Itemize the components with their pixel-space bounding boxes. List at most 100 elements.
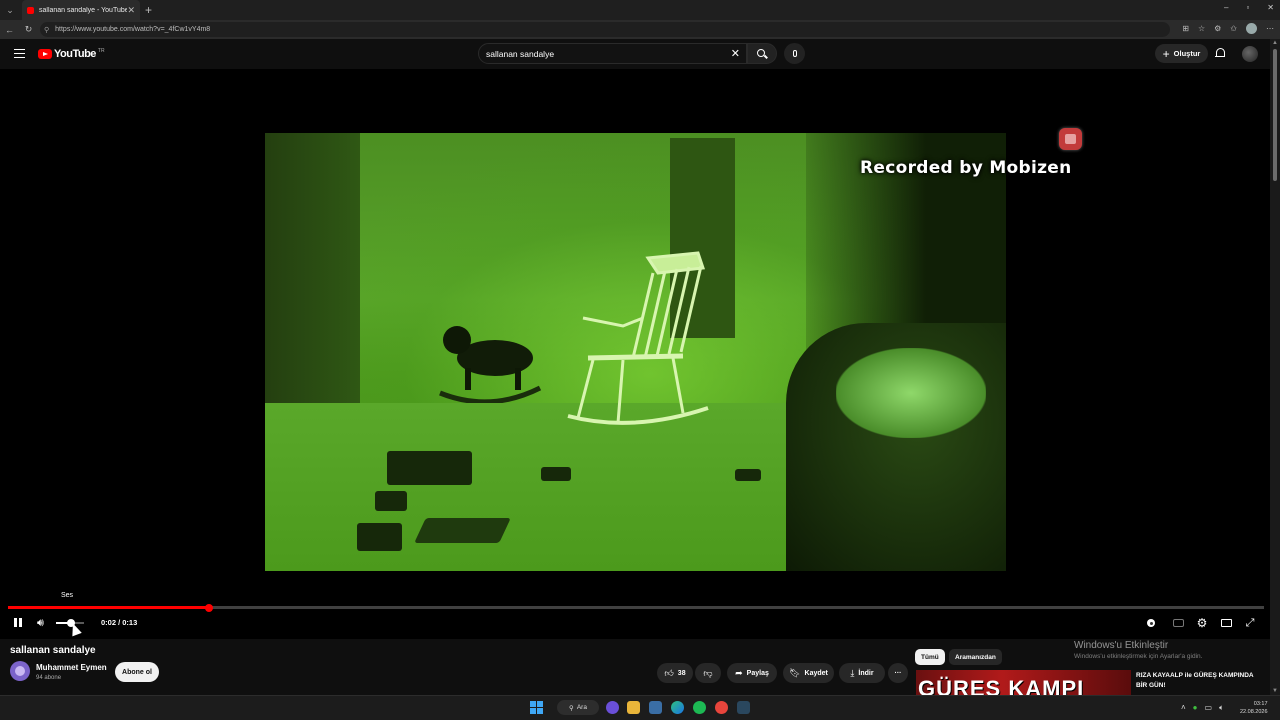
bookmark-icon: 🔖︎ [789,667,801,678]
share-button[interactable]: ➦ Paylaş [727,663,777,683]
scene-blanket [836,348,986,438]
youtube-header: YouTube TR sallanan sandalye ✕ + Oluştur [0,39,1270,69]
rocking-chair [567,251,709,425]
subscribe-button[interactable]: Abone ol [115,662,159,682]
browser-menu-icon[interactable]: ⋯ [1266,24,1274,33]
thumbs-down-icon: 👎︎ [703,667,713,678]
clock-time: 03:17 [1253,701,1268,707]
account-avatar[interactable] [1242,46,1258,62]
dislike-button[interactable]: 👎︎ [695,663,721,683]
notifications-bell-icon[interactable] [1215,48,1225,58]
toy-block [735,469,761,481]
new-tab-button[interactable]: + [145,3,152,17]
search-button[interactable] [747,43,777,64]
autoplay-toggle[interactable] [1144,616,1158,630]
volume-speaker-icon[interactable]: 🔊︎ [37,617,51,629]
favorites-icon[interactable]: ✩ [1230,24,1237,33]
app-install-icon[interactable]: ⊞ [1182,24,1189,33]
tray-mic-icon[interactable]: ● [1193,703,1198,713]
recommended-thumbnail[interactable]: GÜREŞ KAMPI [916,670,1131,695]
minimize-button[interactable]: – [1224,3,1228,12]
window-controls: – ▫ ✕ [1224,3,1274,12]
tab-close-icon[interactable]: ✕ [127,5,135,16]
subtitles-icon [1172,619,1184,627]
restore-button[interactable]: ▫ [1246,3,1249,12]
toy-block [357,523,402,551]
progress-bar[interactable] [8,603,1264,612]
chip-from-search[interactable]: Aramanızdan [949,649,1002,665]
back-arrow-icon[interactable]: ← [0,25,19,35]
tab-list-chevron-icon[interactable]: ⌄ [0,0,20,20]
menu-hamburger-icon[interactable] [14,49,25,58]
settings-app-icon[interactable] [649,701,662,714]
taskbar-clock[interactable]: 03:17 22.08.2026 [1240,700,1268,716]
activation-subtitle: Windows'u etkinleştirmek için Ayarlar'a … [1074,653,1203,660]
microphone-icon [792,50,797,57]
windows-activation-watermark: Windows'u Etkinleştir Windows'u etkinleş… [1074,640,1202,660]
tray-overflow-chevron-icon[interactable]: ˄ [1181,703,1186,713]
site-info-icon[interactable]: ⚲ [44,26,49,34]
chrome-icon[interactable] [715,701,728,714]
browser-tab-active[interactable]: sallanan sandalye - YouTube ✕ [22,0,140,20]
edge-browser-icon[interactable] [671,701,684,714]
create-button[interactable]: + Oluştur [1155,44,1208,63]
channel-name[interactable]: Muhammet Eymen [36,663,107,672]
youtube-logo[interactable]: YouTube TR [38,48,105,60]
bookmark-star-icon[interactable]: ☆ [1198,24,1205,33]
taskbar-search-icon: ⚲ [569,704,574,712]
theater-mode-icon [1220,619,1232,627]
scroll-down-arrow-icon[interactable]: ▼ [1272,688,1278,694]
chip-all[interactable]: Tümü [915,649,945,665]
theater-mode-button[interactable] [1219,616,1233,630]
toy-block [375,491,407,511]
copilot-icon[interactable] [606,701,619,714]
network-icon[interactable]: ▭ [1205,703,1213,713]
download-icon: ⤓ [850,667,855,678]
activation-title: Windows'u Etkinleştir [1074,640,1169,651]
reload-icon[interactable]: ↻ [19,24,38,35]
speaker-icon[interactable]: 🔈︎ [1219,703,1224,713]
channel-avatar[interactable] [10,661,30,681]
voice-search-button[interactable] [784,43,805,64]
subscriber-count: 94 abone [36,675,62,681]
save-button[interactable]: 🔖︎ Kaydet [783,663,834,683]
scrollbar-thumb[interactable] [1273,49,1277,181]
download-button[interactable]: ⤓ İndir [839,663,885,683]
search-input[interactable]: sallanan sandalye ✕ [478,43,747,64]
browser-profile-avatar[interactable] [1246,23,1257,34]
toy-block [387,451,472,485]
close-window-button[interactable]: ✕ [1267,3,1274,12]
video-player[interactable]: Recorded by Mobizen [0,69,1270,639]
thumbnail-text: GÜREŞ KAMPI [918,676,1085,695]
clear-search-icon[interactable]: ✕ [731,47,740,60]
extensions-icon[interactable]: ⚙ [1214,24,1221,33]
scroll-up-arrow-icon[interactable]: ▲ [1272,40,1278,46]
subtitles-button[interactable] [1171,616,1185,630]
video-frame[interactable] [265,133,1006,571]
create-label: Oluştur [1173,49,1201,58]
thumbs-up-icon: 👍︎ [664,667,674,678]
windows-taskbar [0,695,1280,720]
pause-button[interactable] [12,617,24,629]
url-field[interactable]: ⚲ https://www.youtube.com/watch?v=_4fCw1… [40,22,1170,37]
video-title: sallanan sandalye [10,645,96,656]
address-bar-row: ← ↻ ⚲ https://www.youtube.com/watch?v=_4… [0,20,1280,39]
progress-scrubber[interactable] [204,603,213,612]
progress-played [8,606,209,609]
windows-start-icon[interactable] [530,701,543,714]
more-actions-button[interactable]: ··· [888,663,908,683]
page-scrollbar[interactable]: ▲ ▼ [1270,39,1280,695]
like-count: 38 [677,669,686,677]
taskbar-search[interactable]: ⚲ Ara [557,700,599,715]
youtube-play-logo-icon [38,49,52,59]
like-button[interactable]: 👍︎ 38 [657,663,693,683]
clock-date: 22.08.2026 [1240,709,1268,715]
steam-icon[interactable] [737,701,750,714]
file-explorer-icon[interactable] [627,701,640,714]
url-text: https://www.youtube.com/watch?v=_4fCw1vY… [55,26,211,33]
recommended-video-title[interactable]: RIZA KAYAALP ile GÜREŞ KAMPINDA BİR GÜN! [1136,671,1260,691]
spotify-icon[interactable] [693,701,706,714]
settings-gear-icon[interactable]: ⚙ [1195,616,1209,630]
volume-tooltip: Ses [61,592,74,599]
fullscreen-icon[interactable]: ⤢ [1243,616,1257,630]
